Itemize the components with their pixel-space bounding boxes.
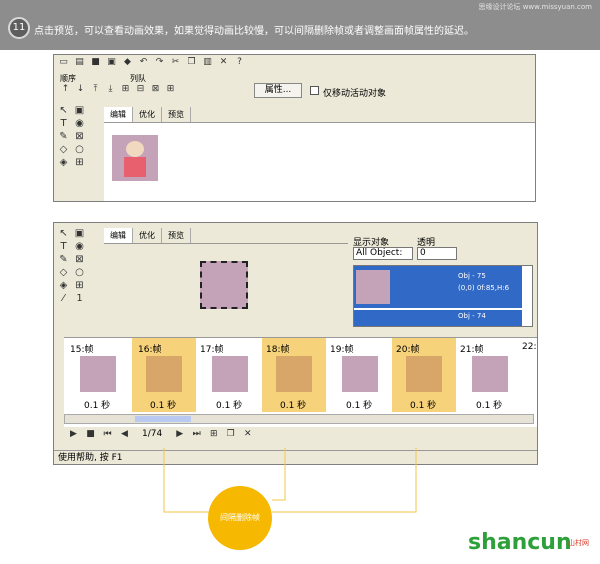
shancun-logo: shancun [468,530,572,555]
callout-bubble: 间隔删除帧 [208,486,272,550]
shancun-logo-sub: 山村网 [568,539,589,547]
callout-line-middle [272,448,286,501]
callout-line-left [163,448,210,513]
callout-line-right [272,448,417,513]
callout-lines [163,448,417,513]
